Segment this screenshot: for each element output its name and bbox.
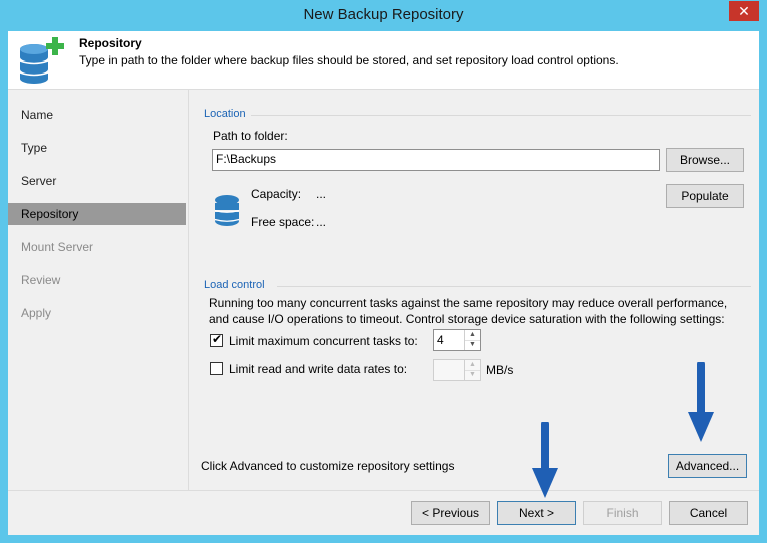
limit-tasks-checkbox[interactable]: ✔	[210, 332, 223, 347]
rate-unit-label: MB/s	[486, 363, 514, 377]
limit-tasks-spin-buttons[interactable]: ▲ ▼	[464, 330, 480, 350]
wizard-footer: < Previous Next > Finish Cancel	[8, 491, 759, 535]
limit-rate-label: Limit read and write data rates to:	[229, 362, 408, 376]
wizard-header: Repository Type in path to the folder wh…	[8, 31, 759, 90]
step-apply: Apply	[21, 306, 52, 320]
previous-button[interactable]: < Previous	[411, 501, 490, 525]
finish-button: Finish	[583, 501, 662, 525]
page-title: Repository	[79, 36, 142, 50]
load-control-group-divider	[277, 286, 751, 287]
close-icon[interactable]: ✕	[729, 1, 759, 21]
location-group-divider	[251, 115, 751, 116]
annotation-arrow-down-icon	[688, 362, 714, 442]
free-space-label: Free space:	[251, 215, 315, 229]
browse-button[interactable]: Browse...	[666, 148, 744, 172]
repository-settings-panel: Location Path to folder: F:\Backups Brow…	[189, 90, 759, 490]
step-mount-server: Mount Server	[21, 240, 94, 254]
limit-rate-checkbox[interactable]	[210, 362, 223, 375]
cancel-button[interactable]: Cancel	[669, 501, 748, 525]
advanced-hint: Click Advanced to customize repository s…	[201, 459, 455, 473]
path-input[interactable]: F:\Backups	[212, 149, 660, 171]
limit-rate-spin-buttons[interactable]: ▲ ▼	[464, 360, 480, 380]
checkmark-icon: ✔	[212, 332, 223, 346]
free-space-value: ...	[316, 215, 327, 229]
limit-tasks-stepper[interactable]: 4 ▲ ▼	[433, 329, 481, 351]
chevron-down-icon[interactable]: ▼	[465, 340, 480, 350]
wizard-steps: Name Type Server Repository Mount Server…	[8, 90, 188, 490]
new-backup-repository-window: New Backup Repository ✕ Repository Type …	[0, 0, 767, 543]
capacity-label: Capacity:	[251, 187, 302, 201]
annotation-arrow-down-icon	[532, 422, 558, 498]
load-control-description-line1: Running too many concurrent tasks agains…	[209, 296, 728, 310]
location-group-label: Location	[204, 108, 246, 120]
path-label: Path to folder:	[213, 129, 288, 143]
chevron-down-icon[interactable]: ▼	[465, 370, 480, 380]
title-bar[interactable]: New Backup Repository ✕	[0, 0, 767, 30]
capacity-value: ...	[316, 187, 327, 201]
advanced-button[interactable]: Advanced...	[668, 454, 747, 478]
next-button[interactable]: Next >	[497, 501, 576, 525]
step-server[interactable]: Server	[8, 170, 186, 192]
page-description: Type in path to the folder where backup …	[79, 53, 619, 67]
limit-tasks-value: 4	[437, 333, 444, 347]
step-repository[interactable]: Repository	[8, 203, 186, 225]
limit-rate-stepper[interactable]: ▲ ▼	[433, 359, 481, 381]
populate-button[interactable]: Populate	[666, 184, 744, 208]
wizard-body: Repository Type in path to the folder wh…	[8, 31, 759, 535]
step-name[interactable]: Name	[8, 104, 186, 126]
limit-tasks-label: Limit maximum concurrent tasks to:	[229, 334, 418, 348]
step-review: Review	[21, 273, 61, 287]
load-control-group-label: Load control	[204, 279, 265, 291]
step-type[interactable]: Type	[8, 137, 186, 159]
load-control-description-line2: and cause I/O operations to timeout. Con…	[209, 312, 725, 326]
database-add-icon	[14, 35, 72, 87]
database-icon	[214, 194, 240, 231]
window-title: New Backup Repository	[303, 6, 464, 23]
